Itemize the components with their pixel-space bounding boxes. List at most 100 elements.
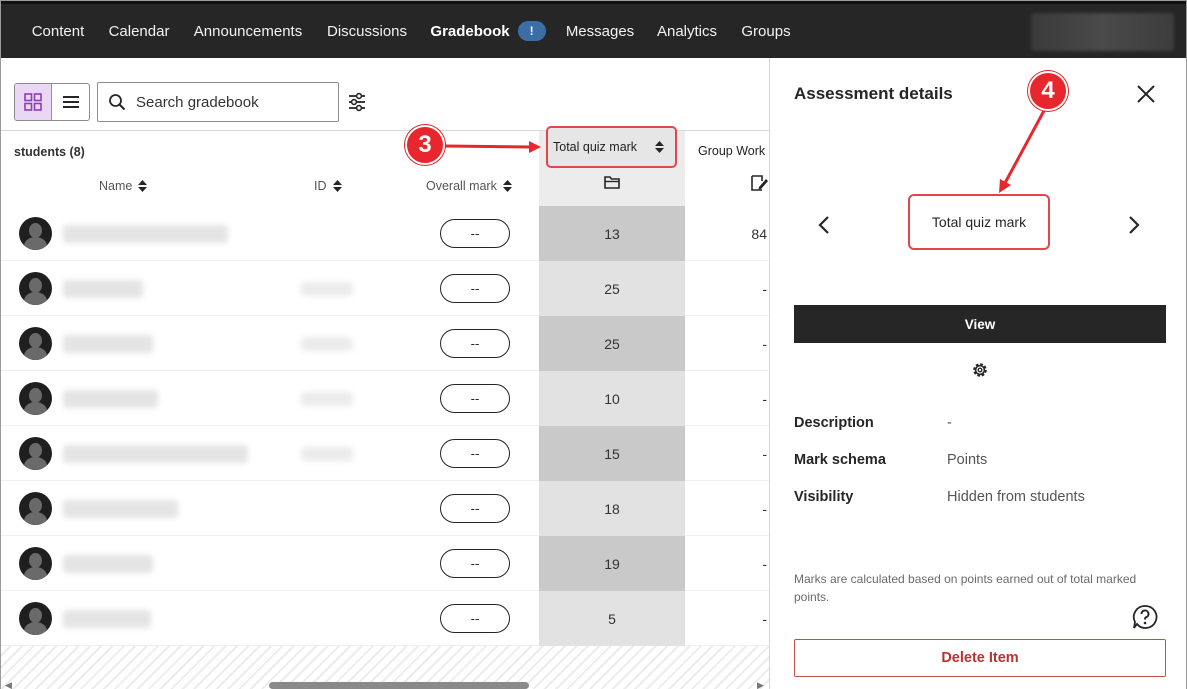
student-name-redacted [63,335,153,353]
quiz-mark-cell[interactable]: 13 [539,206,685,261]
tab-gradebook[interactable]: Gradebook ! [420,4,556,61]
avatar [19,272,52,305]
avatar [19,327,52,360]
gear-icon[interactable] [971,361,989,379]
list-view-button[interactable] [52,84,89,120]
quiz-mark-cell[interactable]: 10 [539,371,685,426]
avatar [19,492,52,525]
student-name-redacted [63,280,143,298]
scroll-right-icon[interactable]: ▶ [757,680,764,689]
overall-mark-pill[interactable]: -- [440,274,510,303]
overall-mark-column-header[interactable]: Overall mark [426,179,512,193]
quiz-mark-cell[interactable]: 5 [539,591,685,646]
chevron-right-icon[interactable] [1128,215,1140,235]
student-rows: -- 13 84 -- 25 - -- 25 - -- 10 - -- 15 -… [1,206,769,646]
avatar [19,382,52,415]
student-name-redacted [63,500,178,518]
group-work-cell[interactable]: - [686,316,769,371]
table-row: -- 10 - [1,371,769,426]
tab-discussions[interactable]: Discussions [321,4,413,58]
group-work-cell[interactable]: - [686,481,769,536]
group-work-cell[interactable]: - [686,426,769,481]
quiz-mark-cell[interactable]: 18 [539,481,685,536]
sort-icon [655,141,665,153]
quiz-column-title[interactable]: Total quiz mark [546,126,677,168]
quiz-column-header: Total quiz mark [539,126,685,207]
sort-icon [332,180,342,192]
group-work-cell[interactable]: 84 [686,206,769,261]
top-navigation: Content Calendar Announcements Discussio… [1,1,1186,61]
table-row: -- 13 84 [1,206,769,261]
view-button[interactable]: View [794,305,1166,343]
view-toggle [14,83,90,121]
group-work-cell[interactable]: - [686,591,769,646]
tab-messages[interactable]: Messages [561,4,639,58]
id-column-header[interactable]: ID [314,179,342,193]
panel-title: Assessment details [794,84,953,103]
filter-icon[interactable] [346,91,368,113]
calculation-note: Marks are calculated based on points ear… [794,572,1137,604]
column-label: ID [314,179,327,193]
chevron-left-icon[interactable] [818,215,830,235]
help-icon[interactable] [1132,604,1158,630]
student-name-redacted [63,555,153,573]
tab-groups[interactable]: Groups [735,4,797,58]
user-profile-menu[interactable] [1031,13,1174,51]
group-work-cell[interactable]: - [686,536,769,591]
student-name-redacted [63,390,158,408]
column-label: Total quiz mark [553,140,638,154]
overall-mark-pill[interactable]: -- [440,219,510,248]
quiz-mark-cell[interactable]: 15 [539,426,685,481]
overall-mark-pill[interactable]: -- [440,439,510,468]
tab-calendar[interactable]: Calendar [103,4,175,58]
overall-mark-pill[interactable]: -- [440,604,510,633]
table-row: -- 25 - [1,316,769,371]
search-input[interactable] [136,93,326,111]
group-work-cell[interactable]: - [686,371,769,426]
edit-document-icon [751,175,768,191]
description-value: - [947,415,952,431]
grid-header: students (8) Name ID Overall mark Total … [1,126,769,207]
quiz-mark-cell[interactable]: 25 [539,261,685,316]
sort-icon [138,180,148,192]
table-row: -- 5 - [1,591,769,646]
scrollbar-thumb[interactable] [269,682,529,689]
horizontal-scrollbar[interactable]: ◀ ▶ [1,680,769,689]
tab-analytics[interactable]: Analytics [651,4,723,58]
description-label: Description [794,415,874,431]
overall-mark-pill[interactable]: -- [440,494,510,523]
overall-mark-pill[interactable]: -- [440,549,510,578]
grid-view-button[interactable] [15,84,53,120]
tab-label: Groups [741,22,791,40]
search-box [97,82,339,122]
sort-icon [502,180,512,192]
tab-announcements[interactable]: Announcements [187,4,309,58]
overall-mark-pill[interactable]: -- [440,384,510,413]
avatar [19,547,52,580]
group-work-cell[interactable]: - [686,261,769,316]
quiz-mark-cell[interactable]: 25 [539,316,685,371]
student-name-redacted [63,225,228,243]
student-id-redacted [301,392,353,406]
tab-label: Content [31,22,85,40]
student-name-redacted [63,445,248,463]
table-row: -- 19 - [1,536,769,591]
group-work-column-header[interactable]: Group Work [686,131,769,207]
student-id-redacted [301,337,353,351]
tab-label: Discussions [326,22,408,40]
overall-mark-pill[interactable]: -- [440,329,510,358]
avatar [19,217,52,250]
tab-content[interactable]: Content [23,4,93,58]
tab-label: Messages [565,22,635,40]
assessment-name: Total quiz mark [908,194,1050,250]
avatar [19,602,52,635]
quiz-mark-cell[interactable]: 19 [539,536,685,591]
name-column-header[interactable]: Name [99,179,148,193]
folder-icon [604,176,620,189]
delete-item-button[interactable]: Delete Item [794,639,1166,677]
close-icon[interactable] [1136,84,1156,104]
scroll-left-icon[interactable]: ◀ [5,680,12,689]
callout-3: 3 [405,125,445,165]
table-row: -- 25 - [1,261,769,316]
student-name-redacted [63,610,151,628]
